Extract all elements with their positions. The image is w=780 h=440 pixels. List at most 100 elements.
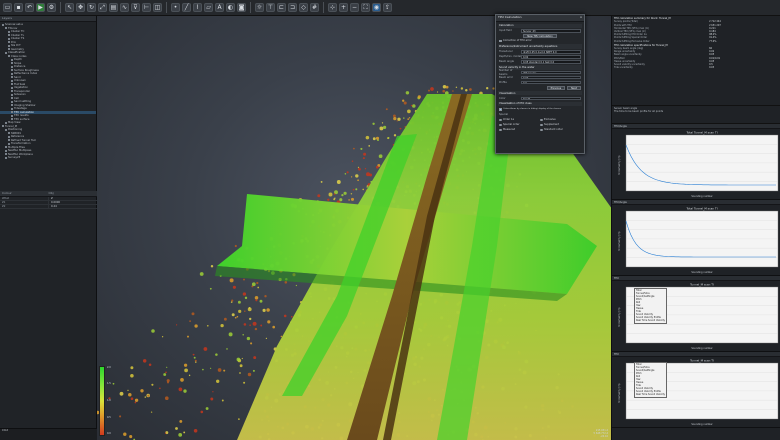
iho-order-option[interactable]: Order 1a (499, 118, 540, 122)
export-icon[interactable]: ⇪ (383, 3, 392, 12)
layer-visibility-checkbox[interactable] (11, 114, 13, 117)
layer-visibility-checkbox[interactable] (5, 27, 7, 30)
iho-order-radio[interactable] (499, 118, 502, 122)
profile-icon[interactable]: ∿ (120, 3, 129, 12)
iho-order-radio[interactable] (499, 123, 502, 127)
layer-visibility-checkbox[interactable] (8, 37, 10, 40)
visual-select[interactable]: Depth (521, 96, 581, 101)
layer-visibility-checkbox[interactable] (5, 156, 7, 159)
layer-visibility-checkbox[interactable] (8, 34, 10, 37)
section-icon[interactable]: ▤ (109, 3, 118, 12)
layer-visibility-checkbox[interactable] (11, 72, 13, 75)
layer-visibility-checkbox[interactable] (8, 142, 10, 145)
zoom-out-icon[interactable]: − (350, 3, 359, 12)
iho-order-radio[interactable] (540, 118, 543, 122)
command-line[interactable]: Cmd (0, 428, 97, 440)
layer-visibility-checkbox[interactable] (11, 69, 13, 72)
layer-visibility-checkbox[interactable] (11, 100, 13, 103)
view-iso-icon[interactable]: ◇ (299, 3, 308, 12)
classes-checkbox-row[interactable]: Colour Areas by classes in hiding; displ… (499, 107, 581, 111)
layer-visibility-checkbox[interactable] (11, 86, 13, 89)
layer-visibility-checkbox[interactable] (8, 139, 10, 142)
layer-visibility-checkbox[interactable] (11, 97, 13, 100)
layer-visibility-checkbox[interactable] (5, 121, 7, 124)
iho-order-option[interactable]: Exclusive (540, 118, 581, 122)
iho-order-option[interactable]: Supplement (540, 123, 581, 127)
save-icon[interactable]: ▪ (14, 3, 23, 12)
layer-tree-item[interactable]: Survey23 (0, 156, 96, 160)
rotate-icon[interactable]: ↻ (87, 3, 96, 12)
undo-icon[interactable]: ↶ (25, 3, 34, 12)
settings-icon[interactable]: ⚙ (47, 3, 56, 12)
layer-visibility-checkbox[interactable] (8, 48, 10, 51)
select-icon[interactable]: ↖ (65, 3, 74, 12)
axis-icon[interactable]: ⊹ (328, 3, 337, 12)
property-value[interactable]: Z (49, 197, 97, 200)
iho-order-radio[interactable] (499, 128, 502, 132)
layer-visibility-checkbox[interactable] (2, 125, 4, 128)
run-icon[interactable]: ▶ (36, 3, 45, 12)
folder-icon[interactable]: ▭ (3, 3, 12, 12)
next-button[interactable]: Next (567, 85, 581, 90)
iho-order-radio[interactable] (540, 128, 543, 132)
render-icon[interactable]: ◉ (372, 3, 381, 12)
layer-tree[interactable]: Scanner-set-a TN-nav Cluster TC Cluster TL C… (0, 22, 96, 161)
layer-visibility-checkbox[interactable] (11, 104, 13, 107)
previous-button[interactable]: Previous (546, 85, 566, 90)
parameter-field[interactable]: draft 0.05 0.0+0.0 SBET 0.0 (521, 49, 581, 54)
layer-visibility-checkbox[interactable] (11, 62, 13, 65)
sound-field[interactable]: 256 beams (521, 70, 581, 75)
view-top-icon[interactable]: ⊤ (266, 3, 275, 12)
parameter-field[interactable]: 0.07 (521, 75, 581, 80)
layer-visibility-checkbox[interactable] (2, 23, 4, 26)
area-icon[interactable]: ▱ (204, 3, 213, 12)
volume-icon[interactable]: ◫ (153, 3, 162, 12)
camera-icon[interactable]: ◙ (237, 3, 246, 12)
point-icon[interactable]: • (171, 3, 180, 12)
iho-order-option[interactable]: Standard order (540, 128, 581, 132)
layer-visibility-checkbox[interactable] (8, 44, 10, 47)
color-icon[interactable]: ◐ (226, 3, 235, 12)
measure-icon[interactable]: ⊢ (142, 3, 151, 12)
layer-visibility-checkbox[interactable] (11, 90, 13, 93)
iho-order-radio[interactable] (540, 123, 543, 127)
iho-order-option[interactable]: Measured (499, 128, 540, 132)
light-icon[interactable]: ☼ (255, 3, 264, 12)
layer-visibility-checkbox[interactable] (5, 128, 7, 131)
view-side-icon[interactable]: ⊐ (288, 3, 297, 12)
parameter-field[interactable]: 0.0 (521, 80, 581, 85)
layer-visibility-checkbox[interactable] (5, 153, 7, 156)
iho-order-option[interactable]: Special order (499, 123, 540, 127)
polyline-icon[interactable]: ⌇ (193, 3, 202, 12)
move-icon[interactable]: ✥ (76, 3, 85, 12)
layer-visibility-checkbox[interactable] (5, 51, 7, 54)
parameter-field[interactable]: 0.05 standard 0.1 test 0.0 (521, 59, 581, 64)
grid-icon[interactable]: # (310, 3, 319, 12)
layer-visibility-checkbox[interactable] (11, 79, 13, 82)
layer-visibility-checkbox[interactable] (11, 93, 13, 96)
layer-visibility-checkbox[interactable] (8, 41, 10, 44)
layer-visibility-checkbox[interactable] (5, 149, 7, 152)
correction-checkbox[interactable] (499, 39, 502, 43)
property-value[interactable]: 0.0000 (49, 201, 97, 204)
layer-visibility-checkbox[interactable] (11, 58, 13, 61)
line-icon[interactable]: ╱ (182, 3, 191, 12)
classes-checkbox[interactable] (499, 108, 502, 111)
correction-checkbox-row[interactable]: Correction of TPU error (499, 39, 581, 43)
dialog-title-bar[interactable]: TPU Calculation x (496, 15, 584, 22)
input-field-select[interactable]: Survey_43 (521, 29, 581, 33)
fit-icon[interactable]: ⛶ (361, 3, 370, 12)
label-icon[interactable]: A (215, 3, 224, 12)
layer-visibility-checkbox[interactable] (8, 132, 10, 135)
new-tpu-calculation-button[interactable]: New TPU calculation (523, 33, 557, 38)
layer-visibility-checkbox[interactable] (8, 30, 10, 33)
layer-visibility-checkbox[interactable] (11, 111, 13, 114)
layer-visibility-checkbox[interactable] (8, 135, 10, 138)
layer-visibility-checkbox[interactable] (11, 76, 13, 79)
scale-icon[interactable]: ⤢ (98, 3, 107, 12)
close-icon[interactable]: x (578, 15, 584, 20)
layer-visibility-checkbox[interactable] (5, 146, 7, 149)
zoom-in-icon[interactable]: + (339, 3, 348, 12)
layer-visibility-checkbox[interactable] (11, 107, 13, 110)
layer-visibility-checkbox[interactable] (8, 55, 10, 58)
